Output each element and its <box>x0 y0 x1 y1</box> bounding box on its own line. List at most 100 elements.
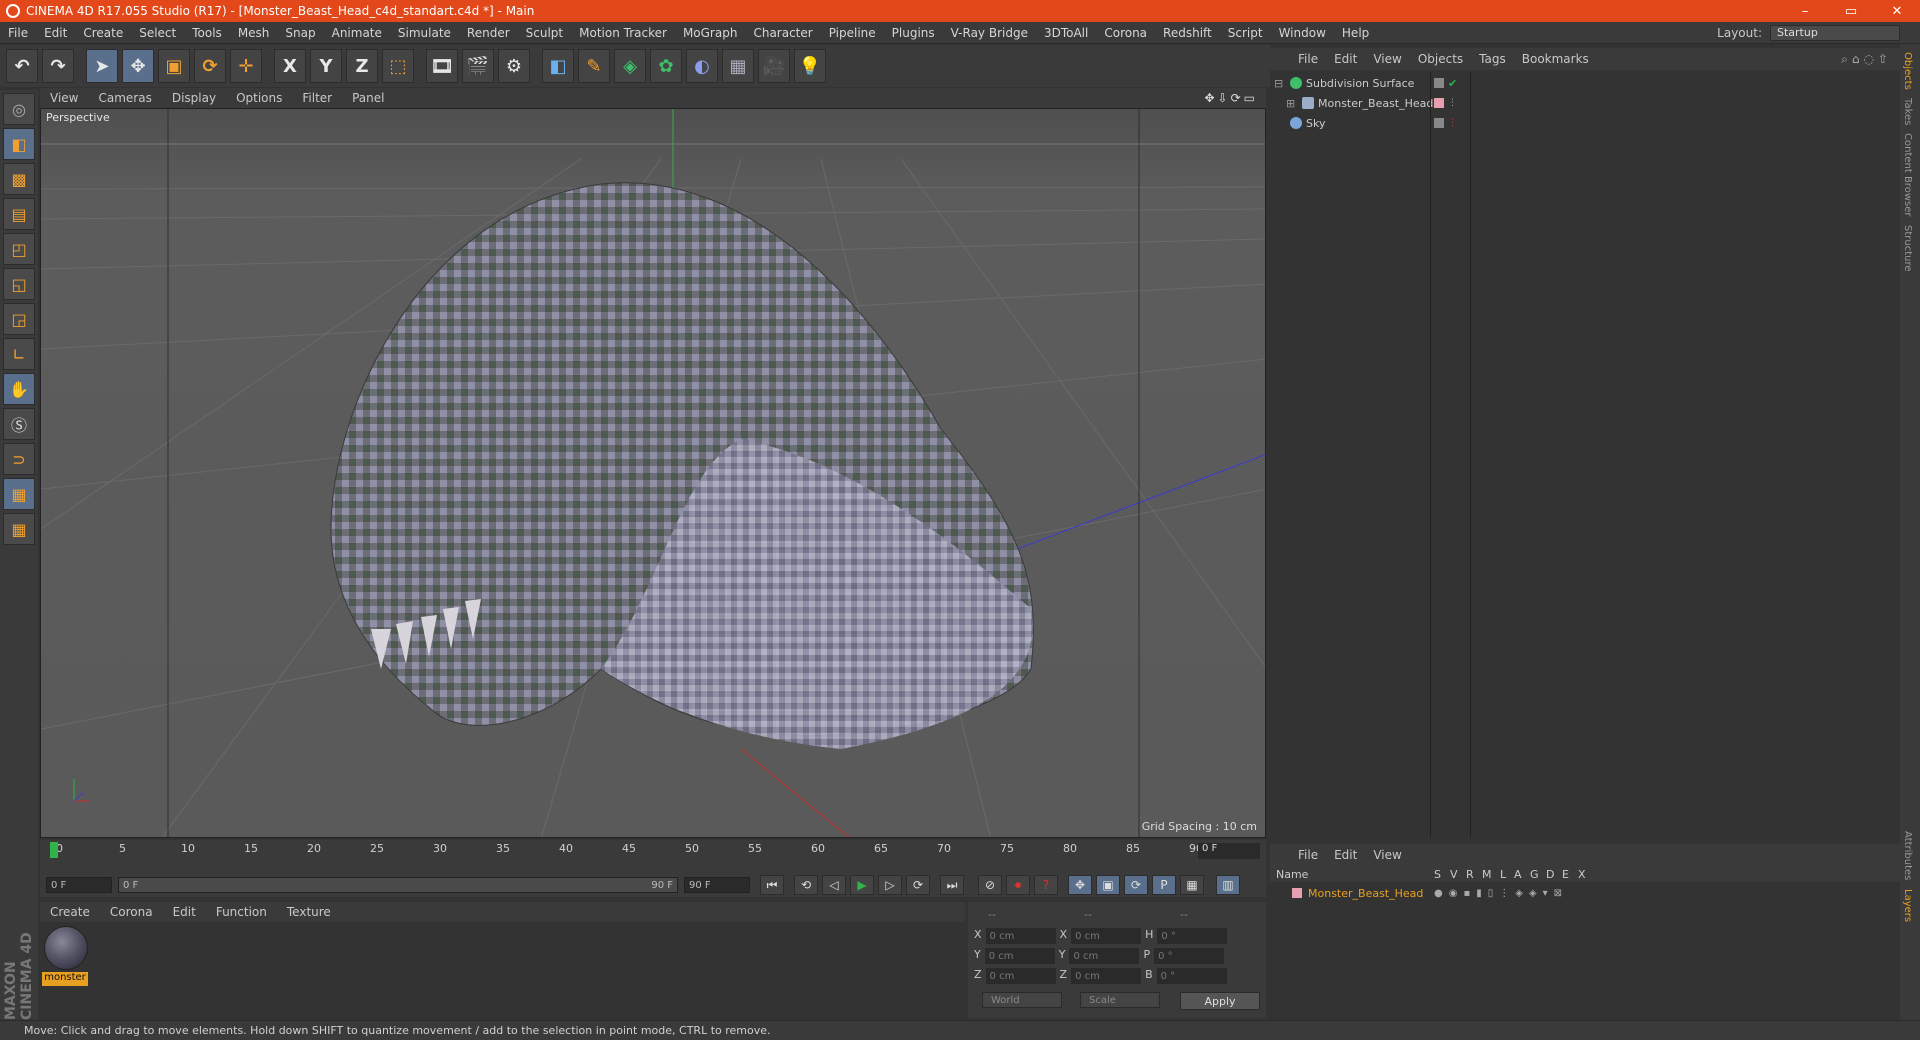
object-flags[interactable]: ⋮ <box>1434 118 1457 128</box>
grid-lock-icon[interactable]: ▦ <box>3 478 35 510</box>
go-to-start-icon[interactable]: ⏮ <box>760 875 784 895</box>
prev-frame-icon[interactable]: ◁ <box>822 875 846 895</box>
menu-edit[interactable]: Edit <box>36 26 75 40</box>
om-menu-bookmarks[interactable]: Bookmarks <box>1514 52 1597 66</box>
size-z-field[interactable]: 0 cm <box>1071 968 1142 984</box>
record-icon[interactable]: ⏺ <box>1006 875 1030 895</box>
pen-icon[interactable]: ✎ <box>578 49 610 83</box>
move-axis-icon[interactable]: ✛ <box>230 49 262 83</box>
viewport-nav-icons[interactable]: ✥⇩⟳▭ <box>1204 91 1258 105</box>
col-view[interactable]: V <box>1450 868 1458 881</box>
lm-menu-view[interactable]: View <box>1365 848 1409 862</box>
om-menu-file[interactable]: File <box>1290 52 1326 66</box>
menu-mograph[interactable]: MoGraph <box>675 26 746 40</box>
undo-icon[interactable]: ↶ <box>6 49 38 83</box>
object-row-subdivision-surface[interactable]: ⊟ Subdivision Surface ✔ <box>1270 74 1900 92</box>
menu-mesh[interactable]: Mesh <box>230 26 278 40</box>
key-parameter-icon[interactable]: P <box>1152 875 1176 895</box>
col-animation[interactable]: A <box>1514 868 1522 881</box>
apply-button[interactable]: Apply <box>1180 992 1260 1010</box>
menu-select[interactable]: Select <box>131 26 184 40</box>
minimize-button[interactable]: – <box>1782 4 1828 19</box>
y-axis-icon[interactable]: Y <box>310 49 342 83</box>
key-rotation-icon[interactable]: ⟳ <box>1124 875 1148 895</box>
menu-snap[interactable]: Snap <box>277 26 323 40</box>
tab-content-browser[interactable]: Content Browser <box>1902 133 1913 216</box>
floor-icon[interactable]: ▦ <box>722 49 754 83</box>
viewport-perspective[interactable]: Perspective Grid Spacing : 10 cm <box>40 108 1266 838</box>
deformer-icon[interactable]: ◐ <box>686 49 718 83</box>
viewport-menu-filter[interactable]: Filter <box>292 91 342 105</box>
material-name[interactable]: monster <box>42 972 88 986</box>
z-axis-icon[interactable]: Z <box>346 49 378 83</box>
redo-icon[interactable]: ↷ <box>42 49 74 83</box>
model-mode-icon[interactable]: ◧ <box>3 128 35 160</box>
menu-animate[interactable]: Animate <box>324 26 390 40</box>
edges-mode-icon[interactable]: ◱ <box>3 268 35 300</box>
next-key-icon[interactable]: ⟳ <box>906 875 930 895</box>
menu-create[interactable]: Create <box>75 26 131 40</box>
size-x-field[interactable]: 0 cm <box>1071 928 1142 944</box>
menu-simulate[interactable]: Simulate <box>390 26 459 40</box>
column-divider[interactable] <box>1430 72 1431 837</box>
expand-icon[interactable]: ⊞ <box>1286 97 1298 110</box>
magnet-icon[interactable]: ⊃ <box>3 443 35 475</box>
coordinate-mode-select[interactable]: Scale <box>1080 992 1160 1008</box>
material-thumbnail[interactable] <box>44 926 88 970</box>
subdivision-icon[interactable]: ◈ <box>614 49 646 83</box>
rotate-icon[interactable]: ⟳ <box>194 49 226 83</box>
playhead[interactable] <box>50 842 58 858</box>
timeline-window-icon[interactable]: ▥ <box>1216 875 1240 895</box>
om-menu-tags[interactable]: Tags <box>1471 52 1514 66</box>
viewport-menu-panel[interactable]: Panel <box>342 91 394 105</box>
layer-flags-icons[interactable]: ●◉▪▮▯⋮◈◈▾⊠ <box>1434 888 1568 899</box>
column-divider[interactable] <box>1470 72 1471 837</box>
x-axis-icon[interactable]: X <box>274 49 306 83</box>
array-icon[interactable]: ✿ <box>650 49 682 83</box>
menu-plugins[interactable]: Plugins <box>884 26 943 40</box>
layer-color-swatch[interactable] <box>1292 888 1302 898</box>
cube-icon[interactable]: ◧ <box>542 49 574 83</box>
menu-file[interactable]: File <box>0 26 36 40</box>
col-xref[interactable]: X <box>1578 868 1586 881</box>
render-settings-icon[interactable]: ⚙ <box>498 49 530 83</box>
axis-mode-icon[interactable]: ∟ <box>3 338 35 370</box>
maximize-button[interactable]: ▭ <box>1828 4 1874 19</box>
key-scale-icon[interactable]: ▣ <box>1096 875 1120 895</box>
next-frame-icon[interactable]: ▷ <box>878 875 902 895</box>
enabled-check-icon[interactable]: ✔ <box>1448 77 1457 90</box>
tab-takes[interactable]: Takes <box>1902 98 1913 125</box>
viewport-menu-cameras[interactable]: Cameras <box>88 91 161 105</box>
timeline-ruler[interactable]: 0 5 10 15 20 25 30 35 40 45 50 55 60 65 … <box>50 842 1203 860</box>
keyframe-selection-icon[interactable]: ⊘ <box>978 875 1002 895</box>
visibility-dots-icon[interactable]: ⋮ <box>1448 98 1457 108</box>
rot-b-field[interactable]: 0 ° <box>1156 968 1227 984</box>
key-position-icon[interactable]: ✥ <box>1068 875 1092 895</box>
menu-character[interactable]: Character <box>745 26 820 40</box>
layer-name[interactable]: Monster_Beast_Head <box>1308 887 1423 900</box>
tab-structure[interactable]: Structure <box>1902 225 1913 272</box>
tab-objects[interactable]: Objects <box>1902 52 1913 90</box>
object-manager-list[interactable]: ⊟ Subdivision Surface ✔ ⊞ Monster_Beast_… <box>1270 72 1900 837</box>
menu-window[interactable]: Window <box>1271 26 1334 40</box>
make-editable-icon[interactable]: ◎ <box>3 93 35 125</box>
menu-redshift[interactable]: Redshift <box>1155 26 1220 40</box>
current-frame-field[interactable]: 0 F <box>1198 843 1260 859</box>
material-menu-create[interactable]: Create <box>40 905 100 919</box>
om-menu-view[interactable]: View <box>1365 52 1409 66</box>
frame-range-slider[interactable]: 0 F 90 F <box>118 877 678 893</box>
workplane-icon[interactable]: ▤ <box>3 198 35 230</box>
col-locked[interactable]: L <box>1500 868 1506 881</box>
light-icon[interactable]: 💡 <box>794 49 826 83</box>
go-to-end-icon[interactable]: ⏭ <box>940 875 964 895</box>
pos-z-field[interactable]: 0 cm <box>985 968 1056 984</box>
menu-sculpt[interactable]: Sculpt <box>518 26 571 40</box>
prev-key-icon[interactable]: ⟲ <box>794 875 818 895</box>
close-button[interactable]: ✕ <box>1874 4 1920 19</box>
menu-motion-tracker[interactable]: Motion Tracker <box>571 26 675 40</box>
camera-icon[interactable]: 🎥 <box>758 49 790 83</box>
col-solo[interactable]: S <box>1434 868 1441 881</box>
play-icon[interactable]: ▶ <box>850 875 874 895</box>
om-menu-objects[interactable]: Objects <box>1410 52 1471 66</box>
size-y-field[interactable]: 0 cm <box>1069 948 1140 964</box>
